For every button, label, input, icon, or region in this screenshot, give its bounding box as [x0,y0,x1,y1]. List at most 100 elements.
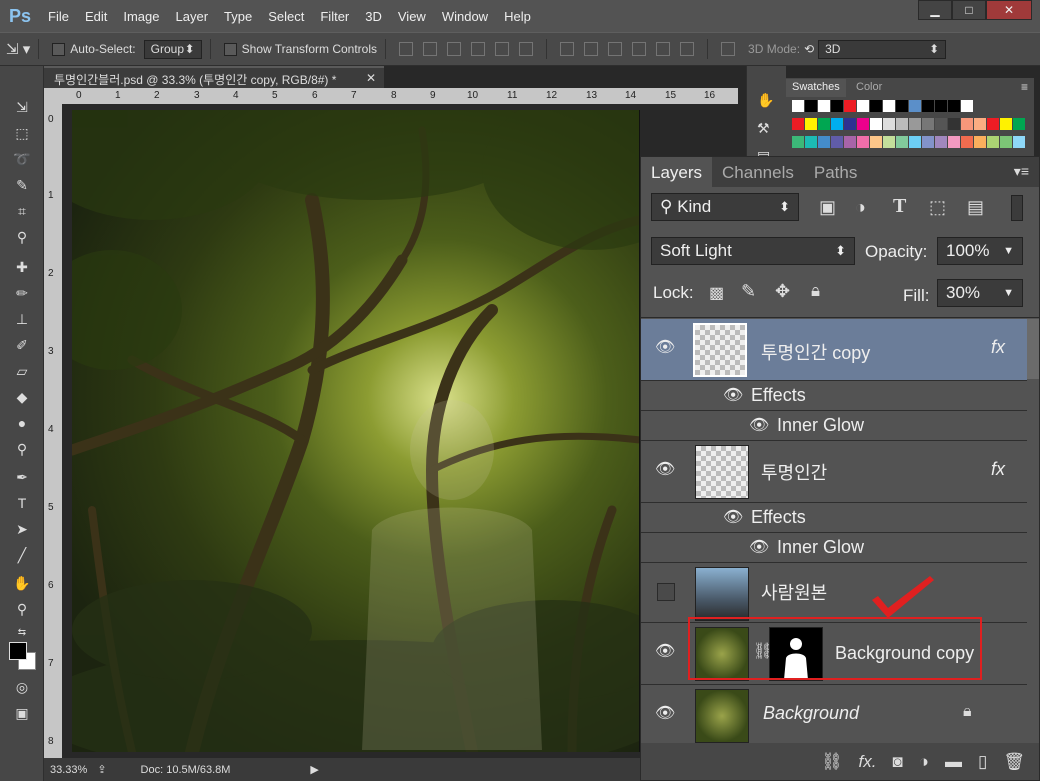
align-left-icon[interactable] [471,42,486,56]
swatch[interactable] [948,118,960,130]
swatch[interactable] [974,136,986,148]
filter-adjustment-icon[interactable]: ◑ [855,197,866,218]
layer-name[interactable]: 투명인간 [761,459,827,485]
add-mask-icon[interactable]: ◙ [892,752,902,772]
new-adjustment-icon[interactable]: ◑ [919,752,929,772]
close-button[interactable]: ✕ [986,0,1032,20]
link-layers-icon[interactable]: ⛓ [821,752,843,772]
swatch[interactable] [974,118,986,130]
panel-menu-icon[interactable]: ▾≡ [1004,157,1039,187]
swatch[interactable] [844,136,856,148]
history-brush-icon[interactable]: ✐ [10,334,34,356]
swatch[interactable] [792,136,804,148]
distribute-top-icon[interactable] [560,42,575,56]
healing-tool-icon[interactable]: ✚ [10,256,34,278]
swatch[interactable] [805,136,817,148]
swatch[interactable] [961,136,973,148]
swatch[interactable] [935,118,947,130]
effect-row[interactable]: 👁︎ Inner Glow [641,411,1027,441]
effects-row[interactable]: 👁︎ Effects [641,381,1027,411]
new-group-icon[interactable]: ▬ [945,752,962,772]
swatch[interactable] [805,100,817,112]
filter-type-icon[interactable]: T [893,195,906,218]
eyedropper-tool-icon[interactable]: ⚲ [10,226,34,248]
swatch[interactable] [961,118,973,130]
menu-view[interactable]: View [390,9,434,24]
align-hcenter-icon[interactable] [495,42,510,56]
distribute-vcenter-icon[interactable] [584,42,599,56]
tab-swatches[interactable]: Swatches [786,79,846,97]
tab-paths[interactable]: Paths [804,157,867,187]
align-bottom-icon[interactable] [447,42,462,56]
lasso-tool-icon[interactable]: ➰ [10,148,34,170]
swatch[interactable] [935,136,947,148]
pen-tool-icon[interactable]: ✒ [10,466,34,488]
swatch[interactable] [1000,118,1012,130]
3d-orbit-icon[interactable]: ⟲ [804,42,814,56]
menu-help[interactable]: Help [496,9,539,24]
delete-layer-icon[interactable]: 🗑︎ [1003,752,1025,772]
align-vcenter-icon[interactable] [423,42,438,56]
maximize-button[interactable]: □ [952,0,986,20]
menu-type[interactable]: Type [216,9,260,24]
swatch[interactable] [935,100,947,112]
brush-tool-icon[interactable]: ✏ [10,282,34,304]
opacity-field[interactable]: 100% ▼ [937,237,1023,265]
align-right-icon[interactable] [519,42,534,56]
lock-paint-icon[interactable]: ✎ [741,281,756,302]
layer-name[interactable]: 투명인간 copy [761,339,870,365]
visibility-eye-icon[interactable]: 👁︎ [655,459,675,479]
swatch[interactable] [909,136,921,148]
paint-bucket-icon[interactable]: ◆ [10,386,34,408]
export-icon[interactable]: ⇪ [97,763,106,776]
panel-menu-icon[interactable]: ≡ [1021,80,1028,94]
auto-align-icon[interactable] [721,42,736,56]
layer-row[interactable]: 👁︎ Background 🔒︎ [641,685,1027,745]
layer-name[interactable]: 사람원본 [761,579,827,605]
lock-transparent-icon[interactable]: ▩ [709,283,724,303]
line-tool-icon[interactable]: ╱ [10,544,34,566]
visibility-eye-icon[interactable]: 👁︎ [749,415,769,435]
lock-all-icon[interactable]: 🔒︎ [811,281,820,301]
stamp-tool-icon[interactable]: ⊥ [10,308,34,330]
layer-row-selected[interactable]: 👁︎ 투명인간 copy fx [641,319,1027,381]
auto-select-dropdown[interactable]: Group ⬍ [143,39,202,59]
menu-filter[interactable]: Filter [312,9,357,24]
tab-channels[interactable]: Channels [712,157,804,187]
swatch[interactable] [948,100,960,112]
history-icon[interactable]: ✋ [757,92,774,109]
visibility-eye-icon[interactable]: 👁︎ [723,385,743,405]
swatch[interactable] [987,136,999,148]
screen-mode-icon[interactable]: ▣ [10,702,34,724]
swatch[interactable] [870,118,882,130]
auto-select-checkbox[interactable] [52,42,66,56]
swatch[interactable] [805,118,817,130]
swatch[interactable] [818,136,830,148]
visibility-eye-icon[interactable]: 👁︎ [723,507,743,527]
3d-mode-dropdown[interactable]: 3D ⬍ [818,39,947,59]
swatch[interactable] [844,100,856,112]
swap-colors-icon[interactable]: ⇆ [10,622,34,644]
path-select-icon[interactable]: ➤ [10,518,34,540]
distribute-left-icon[interactable] [632,42,647,56]
swatch[interactable] [857,118,869,130]
canvas-image[interactable] [72,110,640,752]
swatch[interactable] [792,118,804,130]
filter-shape-icon[interactable]: ⬚ [929,197,946,218]
blend-mode-dropdown[interactable]: Soft Light ⬍ [651,237,855,265]
zoom-tool-icon[interactable]: ⚲ [10,598,34,620]
lock-move-icon[interactable]: ✥ [775,281,790,302]
swatch[interactable] [831,100,843,112]
swatch[interactable] [896,100,908,112]
move-tool-icon[interactable]: ⇲ [10,96,34,118]
visibility-eye-icon[interactable]: 👁︎ [655,703,675,723]
visibility-eye-icon[interactable]: 👁︎ [655,337,675,357]
swatch[interactable] [818,100,830,112]
swatch[interactable] [1000,136,1012,148]
tab-layers[interactable]: Layers [641,157,713,187]
dodge-tool-icon[interactable]: ⚲ [10,438,34,460]
quick-mask-icon[interactable]: ◎ [10,676,34,698]
swatch[interactable] [922,118,934,130]
visibility-eye-icon[interactable]: 👁︎ [749,537,769,557]
show-transform-checkbox[interactable] [223,42,237,56]
